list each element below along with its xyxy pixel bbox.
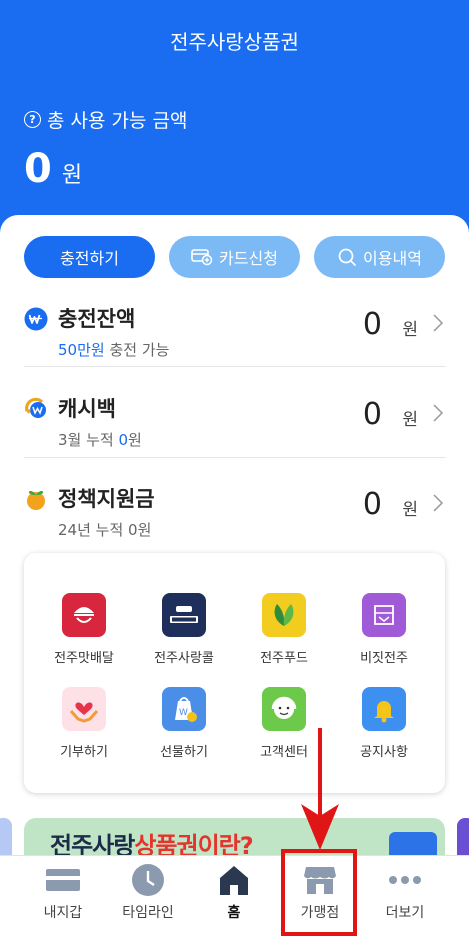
balance-sub: 3월 누적 0원 [58, 431, 142, 449]
donate-heart-icon [62, 687, 106, 731]
more-dots-icon [387, 862, 423, 898]
service-tile-delivery[interactable]: 전주맛배달 [34, 593, 134, 673]
total-amount: 0 원 [24, 146, 82, 192]
card-apply-button[interactable]: 카드신청 [169, 236, 300, 278]
service-label: 전주맛배달 [54, 651, 114, 666]
service-label: 기부하기 [60, 745, 108, 760]
sprout-coin-icon [27, 491, 45, 510]
leaf-icon [262, 593, 306, 637]
service-tile-gift[interactable]: W 선물하기 [134, 687, 234, 767]
won-coin-icon [24, 307, 48, 331]
balance-row-charge[interactable]: 충전잔액 50만원 충전 가능 0 원 [24, 301, 446, 371]
charge-button-label: 충전하기 [60, 249, 119, 268]
main-sheet: 충전하기 카드신청 이용내역 충전잔액 50만원 충전 가능 0 원 캐시백 3… [0, 215, 469, 942]
total-amount-value: 0 [24, 146, 52, 192]
balance-sub: 50만원 충전 가능 [58, 341, 170, 359]
balance-name: 캐시백 [58, 397, 116, 421]
card-add-icon [191, 249, 213, 266]
taxi-call-icon [162, 593, 206, 637]
service-tile-visit[interactable]: 비짓전주 [334, 593, 434, 673]
balance-amount: 0 [362, 307, 382, 342]
balance-amount: 0 [362, 487, 382, 522]
bell-icon [362, 687, 406, 731]
service-label: 비짓전주 [360, 651, 408, 666]
search-icon [338, 248, 356, 266]
headset-icon [262, 687, 306, 731]
bottom-tab-bar: 내지갑 타임라인 홈 가맹점 더보기 [0, 855, 469, 942]
red-arrow-annotation [301, 728, 339, 850]
divider [24, 457, 446, 458]
service-tile-call[interactable]: 전주사랑콜 [134, 593, 234, 673]
service-label: 전주사랑콜 [154, 651, 214, 666]
tab-wallet[interactable]: 내지갑 [16, 856, 110, 942]
gift-bag-icon: W [162, 687, 206, 731]
svg-text:W: W [179, 708, 188, 718]
service-grid: 전주맛배달 전주사랑콜 전주푸드 비짓전주 기부하기 W 선물하기 고객센터 공… [24, 553, 445, 793]
home-icon [216, 862, 252, 898]
cashback-icon [25, 397, 46, 418]
total-label[interactable]: ? 총 사용 가능 금액 [24, 106, 187, 133]
total-amount-unit: 원 [61, 163, 83, 188]
service-label: 공지사항 [360, 745, 408, 760]
balance-row-policy[interactable]: 정책지원금 24년 누적 0원 0 원 [24, 481, 446, 551]
history-label: 이용내역 [363, 249, 422, 268]
wallet-icon [45, 862, 81, 898]
service-label: 전주푸드 [260, 651, 308, 666]
app-title: 전주사랑상품권 [170, 30, 299, 54]
balance-sub: 24년 누적 0원 [58, 521, 152, 539]
balance-name: 정책지원금 [58, 487, 155, 511]
tab-label: 더보기 [385, 905, 425, 921]
tab-label: 홈 [227, 905, 241, 921]
charge-button[interactable]: 충전하기 [24, 236, 155, 278]
tab-timeline[interactable]: 타임라인 [101, 856, 195, 942]
service-tile-donate[interactable]: 기부하기 [34, 687, 134, 767]
chevron-right-icon [433, 404, 444, 422]
balance-unit: 원 [402, 410, 418, 430]
history-button[interactable]: 이용내역 [314, 236, 445, 278]
balance-row-cashback[interactable]: 캐시백 3월 누적 0원 0 원 [24, 391, 446, 461]
help-icon[interactable]: ? [24, 111, 41, 128]
service-tile-food[interactable]: 전주푸드 [234, 593, 334, 673]
visit-icon [362, 593, 406, 637]
service-tile-notice[interactable]: 공지사항 [334, 687, 434, 767]
tab-home[interactable]: 홈 [187, 856, 281, 942]
charge-limit: 50만원 [58, 341, 105, 359]
card-apply-label: 카드신청 [219, 249, 278, 268]
header: 전주사랑상품권 ? 총 사용 가능 금액 0 원 [0, 0, 469, 240]
divider [24, 366, 446, 367]
chevron-right-icon [433, 494, 444, 512]
balance-unit: 원 [402, 320, 418, 340]
tab-label: 타임라인 [122, 905, 174, 921]
chevron-right-icon [433, 314, 444, 332]
total-label-text: 총 사용 가능 금액 [47, 110, 188, 132]
balance-amount: 0 [362, 397, 382, 432]
service-label: 선물하기 [160, 745, 208, 760]
action-buttons: 충전하기 카드신청 이용내역 [24, 236, 446, 278]
balance-name: 충전잔액 [58, 307, 136, 331]
tab-more[interactable]: 더보기 [358, 856, 452, 942]
clock-icon [130, 862, 166, 898]
highlight-box-annotation [281, 849, 357, 936]
balance-unit: 원 [402, 500, 418, 520]
tab-label: 내지갑 [43, 905, 83, 921]
delivery-icon [62, 593, 106, 637]
